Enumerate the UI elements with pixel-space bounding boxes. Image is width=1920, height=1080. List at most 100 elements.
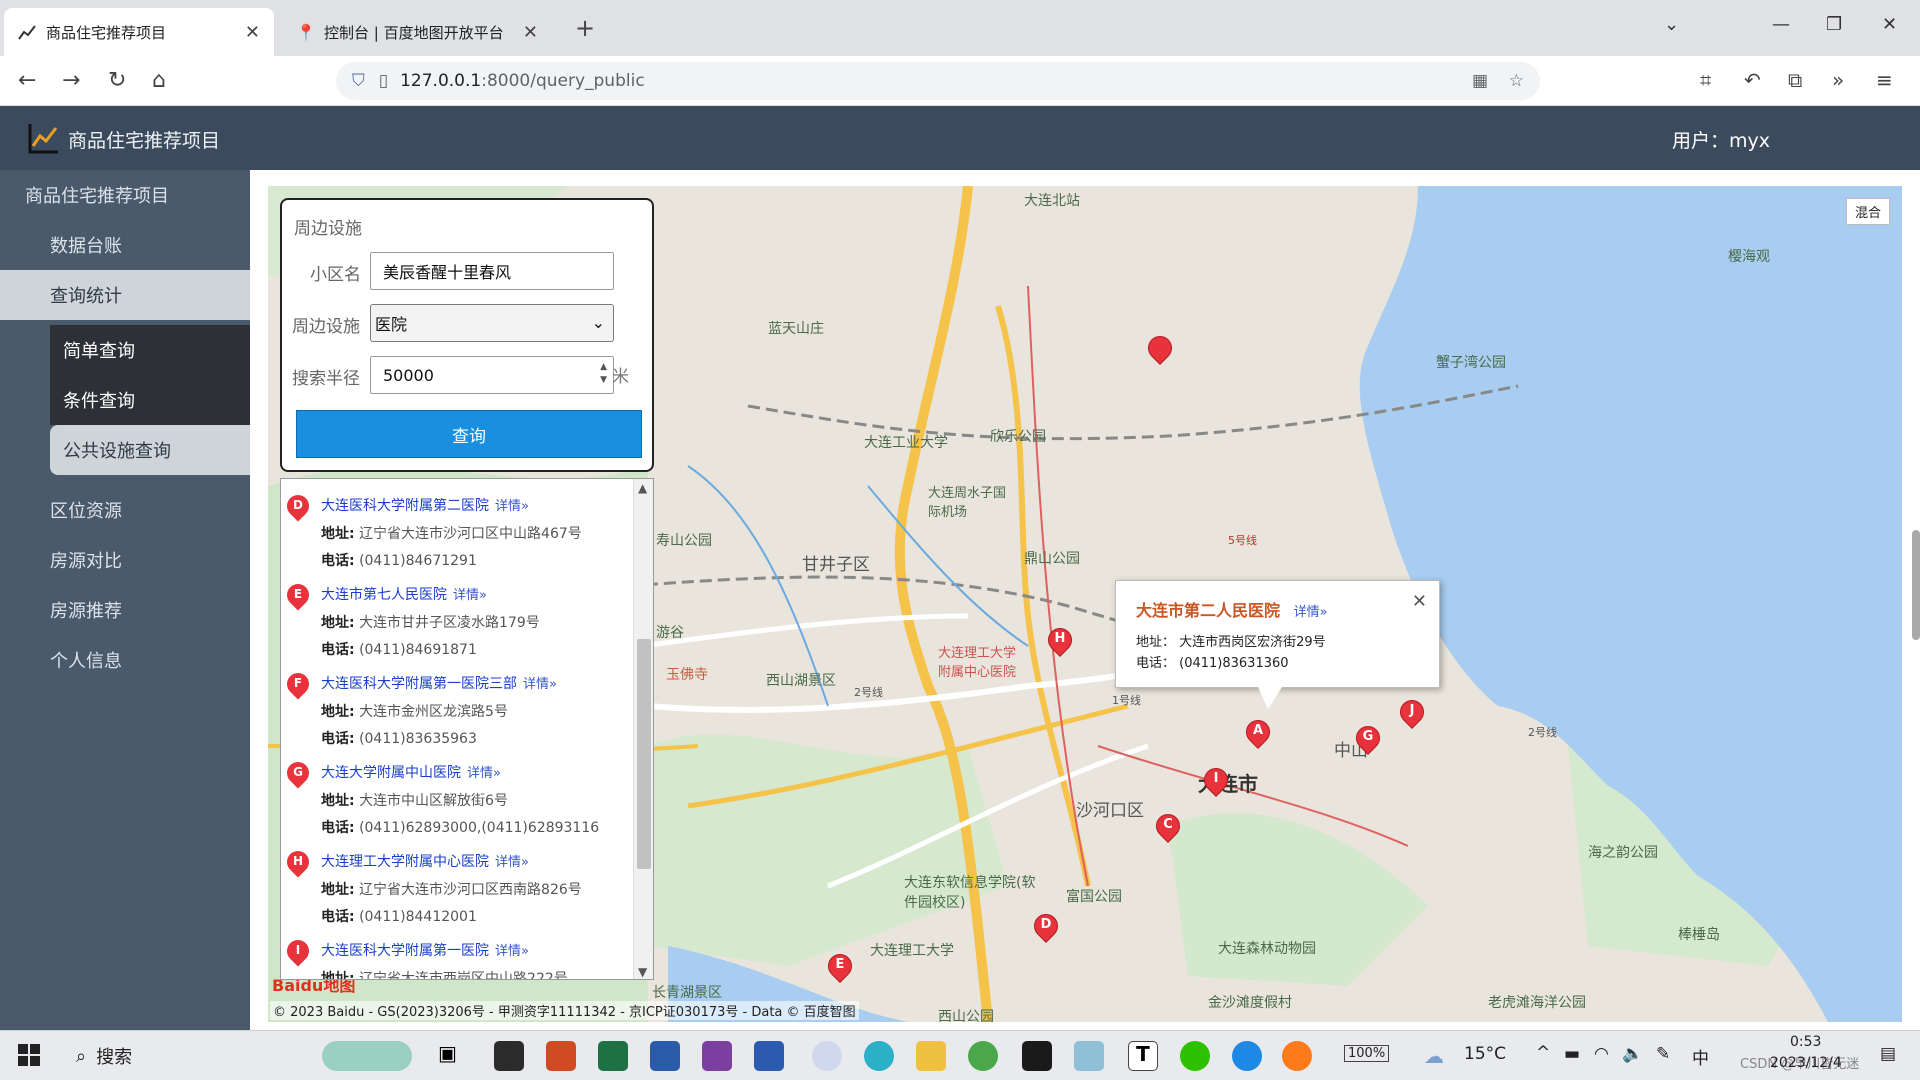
map-marker[interactable]: A xyxy=(1241,715,1275,750)
page-scrollbar[interactable] xyxy=(1912,530,1920,640)
task-view-icon[interactable]: ▣ xyxy=(438,1041,468,1071)
map-marker[interactable]: I xyxy=(1199,763,1233,798)
clock-date[interactable]: 2023/12/4 xyxy=(1770,1055,1842,1071)
facility-select[interactable]: 医院 ⌄ xyxy=(370,304,614,342)
radius-input[interactable]: 50000 ▲ ▼ xyxy=(370,356,614,394)
more-tools-icon[interactable]: » xyxy=(1832,68,1844,92)
onenote-icon[interactable] xyxy=(702,1041,732,1071)
sidebar-item-recommend[interactable]: 房源推荐 xyxy=(0,585,250,635)
query-button[interactable]: 查询 xyxy=(296,410,642,458)
tab-baidu-console[interactable]: 📍 控制台 | 百度地图开放平台 ✕ xyxy=(282,8,552,56)
info-window-detail-link[interactable]: 详情» xyxy=(1294,605,1328,620)
community-input[interactable]: 美辰香醒十里春风 xyxy=(370,252,614,290)
clock-time[interactable]: 0:53 xyxy=(1790,1034,1821,1050)
result-name[interactable]: 大连理工大学附属中心医院 xyxy=(321,854,489,870)
result-name[interactable]: 大连大学附属中山医院 xyxy=(321,765,461,781)
reload-icon[interactable]: ↻ xyxy=(108,68,126,93)
sidebar-item-query-stats[interactable]: 查询统计 xyxy=(0,270,250,320)
home-icon[interactable]: ⌂ xyxy=(152,68,166,93)
tab-list-icon[interactable]: ⌄ xyxy=(1664,14,1679,35)
pycharm-icon[interactable] xyxy=(1022,1041,1052,1071)
result-item[interactable]: I 大连医科大学附属第一医院 详情» 地址: 辽宁省大连市西岗区中山路222号 xyxy=(281,932,631,979)
result-name[interactable]: 大连医科大学附属第二医院 xyxy=(321,498,489,514)
tab-current[interactable]: 商品住宅推荐项目 ✕ xyxy=(4,8,274,56)
url-bar[interactable]: ⛉ ▯ 127.0.0.1 :8000/query_public ▦ ☆ xyxy=(336,62,1540,100)
excel-icon[interactable] xyxy=(598,1041,628,1071)
windows-start-icon[interactable] xyxy=(18,1044,40,1066)
forward-icon[interactable]: → xyxy=(62,68,80,93)
map-marker[interactable]: C xyxy=(1151,809,1185,844)
back-icon[interactable]: ← xyxy=(18,68,36,93)
sidebar-header[interactable]: 商品住宅推荐项目 xyxy=(0,170,250,220)
sidebar-item-location[interactable]: 区位资源 xyxy=(0,485,250,535)
pen-icon[interactable]: ✎ xyxy=(1656,1044,1670,1064)
undo-icon[interactable]: ↶ xyxy=(1744,68,1761,92)
info-window-close-icon[interactable]: ✕ xyxy=(1412,591,1427,612)
map-marker[interactable]: E xyxy=(823,949,857,984)
map-marker[interactable]: G xyxy=(1351,721,1385,756)
menu-icon[interactable]: ≡ xyxy=(1876,68,1893,92)
close-window-icon[interactable]: ✕ xyxy=(1882,14,1897,35)
sidebar-item-profile[interactable]: 个人信息 xyxy=(0,635,250,685)
map-marker[interactable]: D xyxy=(1029,909,1063,944)
wechat-icon[interactable] xyxy=(1180,1041,1210,1071)
result-item[interactable]: E 大连市第七人民医院 详情» 地址: 大连市甘井子区凌水路179号 电话: (0… xyxy=(281,576,631,666)
result-item[interactable]: H 大连理工大学附属中心医院 详情» 地址: 辽宁省大连市沙河口区西南路826号 … xyxy=(281,843,631,933)
minimize-icon[interactable]: — xyxy=(1772,14,1790,35)
file-explorer-icon[interactable] xyxy=(916,1041,946,1071)
weather-temp[interactable]: 15°C xyxy=(1464,1044,1506,1064)
qr-icon[interactable]: ▦ xyxy=(1472,71,1488,91)
new-tab-icon[interactable]: + xyxy=(575,14,595,42)
notes-app-icon[interactable] xyxy=(494,1041,524,1071)
typora-icon[interactable]: T xyxy=(1128,1041,1158,1071)
result-detail-link[interactable]: 详情» xyxy=(467,766,501,781)
powerpoint-icon[interactable] xyxy=(546,1041,576,1071)
firefox-icon[interactable] xyxy=(1282,1041,1312,1071)
tab-close-icon[interactable]: ✕ xyxy=(523,22,538,43)
results-scrollbar[interactable]: ▲ ▼ xyxy=(633,479,653,979)
copilot-icon[interactable] xyxy=(812,1041,842,1071)
scrollbar-thumb[interactable] xyxy=(637,639,651,869)
extensions-icon[interactable]: ⧉ xyxy=(1788,68,1802,92)
result-item[interactable]: F 大连医科大学附属第一医院三部 详情» 地址: 大连市金州区龙滨路5号 电话: … xyxy=(281,665,631,755)
map-marker-selected[interactable] xyxy=(1143,331,1177,366)
restore-icon[interactable]: ❐ xyxy=(1826,14,1842,35)
battery-indicator[interactable]: 100% xyxy=(1344,1045,1390,1062)
result-detail-link[interactable]: 详情» xyxy=(495,499,529,514)
result-detail-link[interactable]: 详情» xyxy=(495,944,529,959)
user-label[interactable]: 用户：myx xyxy=(1672,126,1770,153)
sidebar-subitem-simple-query[interactable]: 简单查询 xyxy=(50,325,250,375)
tab-close-icon[interactable]: ✕ xyxy=(245,22,260,43)
map-marker[interactable]: J xyxy=(1395,695,1429,730)
star-icon[interactable]: ☆ xyxy=(1509,71,1524,91)
taskbar-widget-icon[interactable] xyxy=(322,1041,412,1071)
scroll-up-icon[interactable]: ▲ xyxy=(638,481,647,495)
result-detail-link[interactable]: 详情» xyxy=(453,588,487,603)
result-item[interactable]: G 大连大学附属中山医院 详情» 地址: 大连市中山区解放街6号 电话: (041… xyxy=(281,754,631,844)
result-detail-link[interactable]: 详情» xyxy=(523,677,557,692)
map-marker[interactable]: H xyxy=(1043,623,1077,658)
result-name[interactable]: 大连市第七人民医院 xyxy=(321,587,447,603)
notification-icon[interactable]: ▤ xyxy=(1880,1044,1896,1064)
visio-icon[interactable] xyxy=(650,1041,680,1071)
sidebar-item-data-ledger[interactable]: 数据台账 xyxy=(0,220,250,270)
crop-icon[interactable]: ⌗ xyxy=(1700,68,1711,92)
result-detail-link[interactable]: 详情» xyxy=(495,855,529,870)
sidebar-subitem-condition-query[interactable]: 条件查询 xyxy=(50,375,250,425)
result-name[interactable]: 大连医科大学附属第一医院三部 xyxy=(321,676,517,692)
tray-device-icon[interactable]: ▬ xyxy=(1564,1044,1580,1064)
result-item[interactable]: D 大连医科大学附属第二医院 详情» 地址: 辽宁省大连市沙河口区中山路467号 … xyxy=(281,487,631,577)
ime-indicator[interactable]: 中 xyxy=(1692,1044,1709,1069)
browser-ie-icon[interactable] xyxy=(1232,1041,1262,1071)
edge-icon[interactable] xyxy=(864,1041,894,1071)
map-type-toggle[interactable]: 混合 xyxy=(1845,198,1890,225)
results-list[interactable]: D 大连医科大学附属第二医院 详情» 地址: 辽宁省大连市沙河口区中山路467号 … xyxy=(280,478,654,980)
app-tablet-icon[interactable] xyxy=(1074,1041,1104,1071)
wifi-icon[interactable]: ◠ xyxy=(1594,1044,1609,1064)
result-name[interactable]: 大连医科大学附属第一医院 xyxy=(321,943,489,959)
sidebar-subitem-public-facility-query[interactable]: 公共设施查询 xyxy=(50,425,250,475)
sidebar-item-compare[interactable]: 房源对比 xyxy=(0,535,250,585)
volume-icon[interactable]: 🔈 xyxy=(1622,1044,1643,1064)
word-icon[interactable] xyxy=(754,1041,784,1071)
scroll-down-icon[interactable]: ▼ xyxy=(638,965,647,979)
